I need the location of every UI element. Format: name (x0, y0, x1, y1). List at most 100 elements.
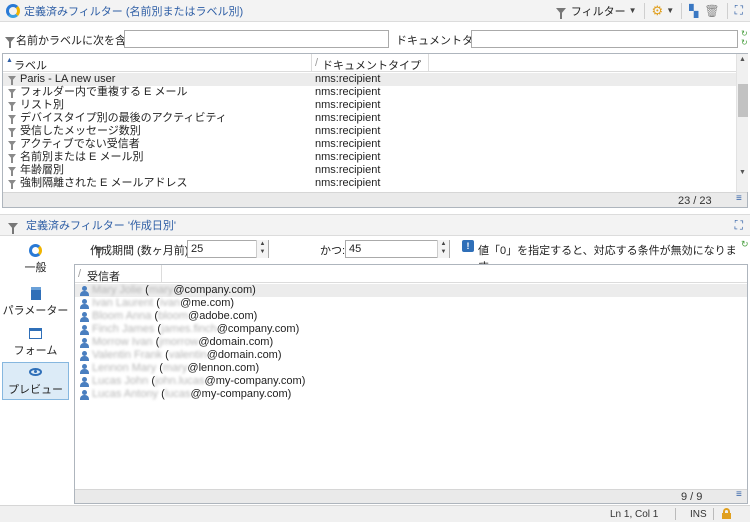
table-row[interactable]: Mary Jolie (mary@company.com) (75, 284, 747, 297)
menu-icon[interactable]: ≡ (736, 489, 742, 500)
filter-icon (8, 128, 16, 137)
row-count: 23 / 23 (678, 195, 712, 207)
table-row[interactable]: Ivan Laurent (ivan@me.com) (75, 297, 747, 310)
row-label: 受信したメッセージ数別 (20, 125, 141, 137)
table-row[interactable]: 受信したメッセージ数別 nms:recipient (3, 125, 736, 138)
nav-label: 一般 (24, 262, 47, 274)
menu-icon[interactable]: ≡ (736, 193, 742, 204)
general-icon (29, 244, 42, 257)
row-doctype: nms:recipient (315, 112, 381, 124)
cursor-position: Ln 1, Col 1 (610, 509, 659, 520)
recipient-email-domain: @company.com (216, 323, 296, 335)
recipient-email-local: valentin (168, 349, 207, 361)
filter-dropdown-button[interactable]: フィルター ▼ (553, 2, 640, 20)
table-row[interactable]: Paris - LA new user nms:recipient (3, 73, 736, 86)
table-row[interactable]: フォルダー内で重複する E メール nms:recipient (3, 86, 736, 99)
person-icon (80, 299, 89, 309)
filter-icon (8, 89, 16, 98)
table-row[interactable]: Finch James (james.finch@company.com) (75, 323, 747, 336)
delete-button[interactable]: 🗑 (701, 2, 722, 20)
person-icon (80, 286, 89, 296)
column-header-recipient[interactable]: 受信者 (87, 268, 120, 284)
recipient-email-local: mary (148, 284, 174, 296)
table-row[interactable]: 強制隔離された E メールアドレス nms:recipient (3, 177, 736, 190)
row-doctype: nms:recipient (315, 164, 381, 176)
person-icon (80, 364, 89, 374)
row-label: 強制隔離された E メールアドレス (20, 177, 188, 189)
refresh-icon[interactable]: ↻ (741, 38, 748, 47)
table-row[interactable]: Lucas Antony (lucas@my-company.com) (75, 388, 747, 401)
table-row[interactable]: リスト別 nms:recipient (3, 99, 736, 112)
table-row[interactable]: Morrow Ivan (jmorrow@domain.com) (75, 336, 747, 349)
table-row[interactable]: 年齢層別 nms:recipient (3, 164, 736, 177)
nav-parameters[interactable]: パラメーター (2, 283, 69, 321)
expand-button[interactable]: ⛶ (732, 216, 746, 234)
row-count: 9 / 9 (681, 491, 703, 503)
recipient-email-domain: @my-company.com (190, 388, 288, 400)
insert-mode: INS (690, 509, 707, 520)
row-doctype: nms:recipient (315, 151, 381, 163)
recipients-list-footer: 9 / 9 ≡ (75, 489, 747, 503)
trash-icon: 🗑 (704, 3, 720, 18)
chevron-down-icon: ▼ (628, 6, 637, 15)
new-filter-button[interactable]: ▚ (686, 2, 701, 20)
person-icon (80, 312, 89, 322)
column-header-doctype[interactable]: ドキュメントタイプ (322, 57, 421, 73)
expand-button[interactable]: ⛶ (732, 2, 746, 20)
table-row[interactable]: アクティブでない受信者 nms:recipient (3, 138, 736, 151)
row-doctype: nms:recipient (315, 138, 381, 150)
settings-dropdown-button[interactable]: ⚙ ▼ (649, 2, 678, 20)
recipient-email-domain: @company.com (173, 284, 253, 296)
recipient-name: Mary Jolie (92, 284, 143, 296)
recipient-name: Morrow Ivan (92, 336, 153, 348)
and-stepper[interactable]: ▲ ▼ (437, 240, 449, 258)
info-icon: ! (462, 240, 474, 252)
sort-ascending-icon: ▲ (6, 57, 13, 64)
recipients-list: / 受信者 Mary Jolie (mary@company.com) Ivan… (74, 264, 748, 504)
scroll-up-icon[interactable]: ▲ (739, 56, 746, 63)
table-row[interactable]: Lennon Mary (mary@lennon.com) (75, 362, 747, 375)
refresh-icon[interactable]: ↻ (741, 239, 749, 250)
nav-form[interactable]: フォーム (2, 324, 69, 362)
recipient-email-local: bloom (158, 310, 189, 322)
recipient-email-local: james.finch (161, 323, 217, 335)
row-label: フォルダー内で重複する E メール (20, 86, 188, 98)
table-row[interactable]: 名前別または E メール別 nms:recipient (3, 151, 736, 164)
refresh-icon[interactable]: ↻ (741, 29, 748, 38)
filter-icon (8, 141, 16, 150)
row-doctype: nms:recipient (315, 86, 381, 98)
row-doctype: nms:recipient (315, 177, 381, 189)
recipient-email-local: john.lucas (155, 375, 205, 387)
row-doctype: nms:recipient (315, 125, 381, 137)
scrollbar-thumb[interactable] (738, 84, 748, 117)
name-label-filter-input[interactable] (124, 30, 389, 48)
column-header-label[interactable]: ラベル (14, 57, 47, 73)
recipient-email-domain: @my-company.com (204, 375, 302, 387)
recipient-email-local: ivan (159, 297, 181, 309)
filters-list: ▲ ラベル / ドキュメントタイプ Paris - LA new user nm… (2, 53, 748, 208)
table-row[interactable]: デバイスタイプ別の最後のアクティビティ nms:recipient (3, 112, 736, 125)
person-icon (80, 325, 89, 335)
filter-icon (8, 76, 16, 85)
row-doctype: nms:recipient (315, 99, 381, 111)
row-label: アクティブでない受信者 (20, 138, 140, 150)
nav-preview[interactable]: プレビュー (2, 362, 69, 400)
row-doctype: nms:recipient (315, 73, 381, 85)
vertical-scrollbar[interactable]: ▲ ▼ (736, 54, 748, 192)
person-icon (80, 390, 89, 400)
top-list-footer: 23 / 23 ≡ (3, 192, 747, 207)
eye-icon (29, 368, 42, 376)
doctype-filter-input[interactable] (471, 30, 738, 48)
period-stepper[interactable]: ▲ ▼ (256, 240, 268, 258)
filter-icon (8, 167, 16, 176)
table-row[interactable]: Valentin Frank (valentin@domain.com) (75, 349, 747, 362)
row-label: デバイスタイプ別の最後のアクティビティ (20, 112, 227, 124)
and-input[interactable] (345, 240, 450, 258)
row-label: リスト別 (20, 99, 64, 111)
table-row[interactable]: Bloom Anna (bloom@adobe.com) (75, 310, 747, 323)
scroll-down-icon[interactable]: ▼ (739, 169, 746, 176)
table-row[interactable]: Lucas John (john.lucas@my-company.com) (75, 375, 747, 388)
nav-general[interactable]: 一般 (2, 240, 69, 278)
recipient-name: Lennon Mary (92, 362, 157, 374)
app-logo-icon (6, 3, 20, 18)
